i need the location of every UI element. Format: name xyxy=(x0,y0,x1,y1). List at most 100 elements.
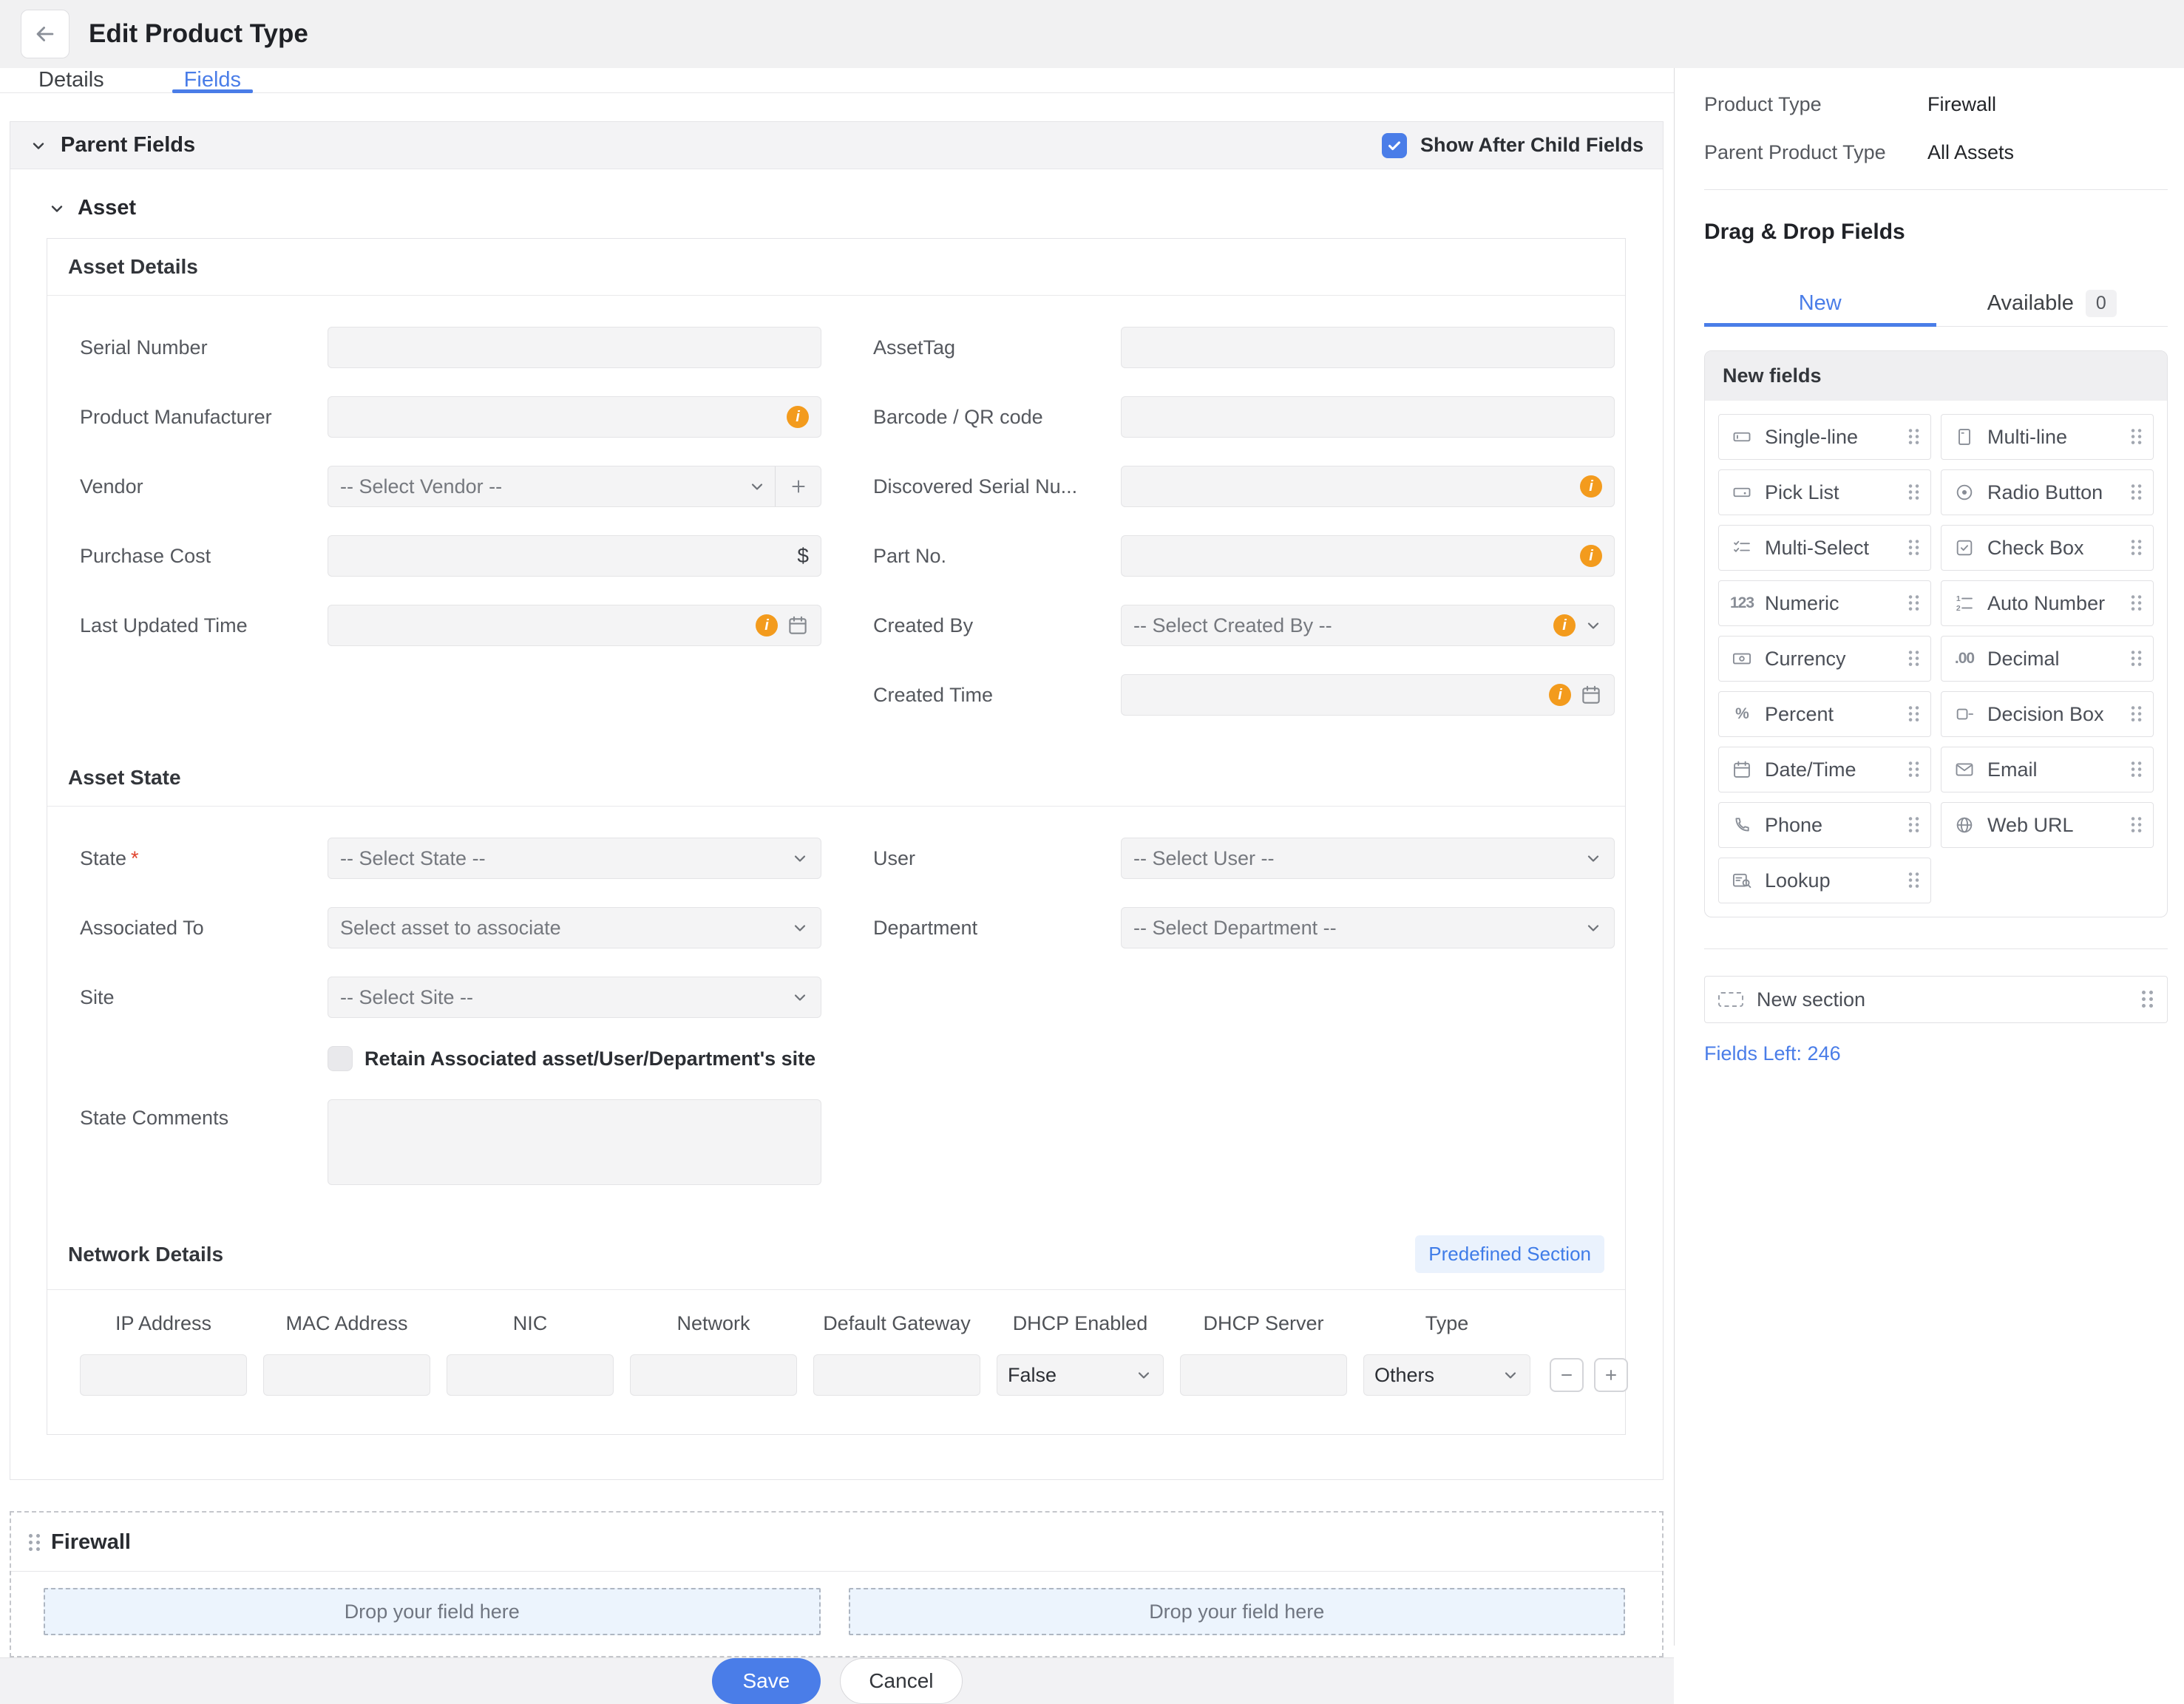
new-section-chip[interactable]: New section xyxy=(1704,976,2168,1023)
created-by-select[interactable]: -- Select Created By -- i xyxy=(1121,605,1615,646)
default-gateway-input[interactable] xyxy=(824,1355,969,1395)
calendar-icon[interactable] xyxy=(1580,684,1602,706)
associated-to-select[interactable]: Select asset to associate xyxy=(328,907,821,948)
cancel-button[interactable]: Cancel xyxy=(840,1658,962,1704)
add-vendor-button[interactable] xyxy=(775,466,821,506)
retain-site-checkbox[interactable] xyxy=(328,1046,353,1071)
info-icon[interactable]: i xyxy=(1553,614,1576,637)
last-updated-input[interactable] xyxy=(340,605,747,645)
field-type-multi-select[interactable]: Multi-Select xyxy=(1718,525,1931,571)
last-updated-label: Last Updated Time xyxy=(80,614,328,637)
field-type-numeric[interactable]: 123 Numeric xyxy=(1718,580,1931,626)
purchase-cost-input[interactable] xyxy=(340,536,788,576)
ip-address-input[interactable] xyxy=(91,1355,236,1395)
drag-handle-icon[interactable] xyxy=(1909,429,1919,445)
drag-handle-icon[interactable] xyxy=(1909,761,1919,778)
chevron-down-icon[interactable] xyxy=(48,200,66,217)
drag-handle-icon[interactable] xyxy=(1909,651,1919,667)
field-type-web-url[interactable]: Web URL xyxy=(1941,802,2154,848)
product-manufacturer-input[interactable] xyxy=(340,397,778,437)
barcode-label: Barcode / QR code xyxy=(821,406,1121,429)
drag-handle-icon[interactable] xyxy=(2132,761,2142,778)
vendor-select[interactable]: -- Select Vendor -- xyxy=(328,466,821,507)
drag-handle-icon[interactable] xyxy=(1909,817,1919,833)
drag-handle-icon[interactable] xyxy=(1909,595,1919,611)
add-network-row-button[interactable] xyxy=(1594,1358,1628,1392)
serial-number-label: Serial Number xyxy=(80,336,328,359)
dhcp-enabled-select[interactable]: False xyxy=(997,1354,1164,1396)
dhcp-server-input[interactable] xyxy=(1191,1355,1336,1395)
info-icon[interactable]: i xyxy=(756,614,778,637)
show-after-child-fields-checkbox[interactable] xyxy=(1382,133,1407,158)
drag-handle-icon[interactable] xyxy=(1909,706,1919,722)
drag-handle-icon[interactable] xyxy=(29,1534,41,1552)
field-type-pick-list[interactable]: Pick List xyxy=(1718,469,1931,515)
state-comments-field[interactable] xyxy=(328,1099,821,1185)
nic-input[interactable] xyxy=(458,1355,603,1395)
save-button[interactable]: Save xyxy=(712,1658,821,1704)
info-icon[interactable]: i xyxy=(787,406,809,428)
field-type-multi-line[interactable]: Multi-line xyxy=(1941,414,2154,460)
created-time-input[interactable] xyxy=(1133,675,1540,715)
tab-fields[interactable]: Fields xyxy=(180,68,245,92)
discovered-serial-input[interactable] xyxy=(1133,466,1571,506)
tab-available[interactable]: Available 0 xyxy=(1936,280,2168,326)
field-type-date-time[interactable]: Date/Time xyxy=(1718,747,1931,792)
drag-handle-icon[interactable] xyxy=(2132,817,2142,833)
type-select[interactable]: Others xyxy=(1363,1354,1530,1396)
field-type-percent[interactable]: % Percent xyxy=(1718,691,1931,737)
field-type-decision-box[interactable]: Decision Box xyxy=(1941,691,2154,737)
network-input[interactable] xyxy=(641,1355,786,1395)
radio-button-icon xyxy=(1953,482,1976,503)
drag-handle-icon[interactable] xyxy=(2142,991,2154,1008)
drag-handle-icon[interactable] xyxy=(2132,595,2142,611)
asset-details-title: Asset Details xyxy=(68,255,198,279)
required-asterisk: * xyxy=(131,847,139,869)
drag-handle-icon[interactable] xyxy=(2132,540,2142,556)
new-fields-panel: New fields Single-line Multi-line Pick L… xyxy=(1704,350,2168,917)
field-type-radio-button[interactable]: Radio Button xyxy=(1941,469,2154,515)
department-label: Department xyxy=(821,917,1121,940)
drag-handle-icon[interactable] xyxy=(2132,651,2142,667)
field-type-email[interactable]: Email xyxy=(1941,747,2154,792)
department-select[interactable]: -- Select Department -- xyxy=(1121,907,1615,948)
barcode-input[interactable] xyxy=(1133,397,1602,437)
info-icon[interactable]: i xyxy=(1580,475,1602,498)
field-type-check-box[interactable]: Check Box xyxy=(1941,525,2154,571)
serial-number-input[interactable] xyxy=(340,327,809,367)
info-icon[interactable]: i xyxy=(1549,684,1571,706)
field-type-phone[interactable]: Phone xyxy=(1718,802,1931,848)
user-select[interactable]: -- Select User -- xyxy=(1121,838,1615,879)
percent-icon: % xyxy=(1731,705,1753,723)
drop-zone[interactable]: Drop your field here xyxy=(849,1588,1626,1635)
ip-address-field xyxy=(80,1354,247,1396)
state-select[interactable]: -- Select State -- xyxy=(328,838,821,879)
info-icon[interactable]: i xyxy=(1580,545,1602,567)
drag-handle-icon[interactable] xyxy=(1909,540,1919,556)
drag-handle-icon[interactable] xyxy=(2132,484,2142,500)
field-type-lookup[interactable]: Lookup xyxy=(1718,858,1931,903)
tab-new[interactable]: New xyxy=(1704,280,1936,326)
field-type-currency[interactable]: Currency xyxy=(1718,636,1931,682)
mac-address-input[interactable] xyxy=(274,1355,419,1395)
last-updated-field: i xyxy=(328,605,821,646)
tab-details[interactable]: Details xyxy=(34,68,109,92)
vendor-select-value: -- Select Vendor -- xyxy=(340,475,739,498)
field-type-auto-number[interactable]: 12 Auto Number xyxy=(1941,580,2154,626)
chevron-down-icon[interactable] xyxy=(30,137,47,155)
calendar-icon[interactable] xyxy=(787,614,809,637)
drag-handle-icon[interactable] xyxy=(2132,706,2142,722)
field-type-single-line[interactable]: Single-line xyxy=(1718,414,1931,460)
asset-details-header: Asset Details xyxy=(47,239,1625,296)
field-type-decimal[interactable]: .00 Decimal xyxy=(1941,636,2154,682)
product-type-label: Product Type xyxy=(1704,93,1927,116)
site-select[interactable]: -- Select Site -- xyxy=(328,977,821,1018)
drop-zone[interactable]: Drop your field here xyxy=(44,1588,821,1635)
drag-handle-icon[interactable] xyxy=(2132,429,2142,445)
back-button[interactable] xyxy=(21,10,69,58)
remove-network-row-button[interactable] xyxy=(1550,1358,1584,1392)
part-no-input[interactable] xyxy=(1133,536,1571,576)
asset-tag-input[interactable] xyxy=(1133,327,1602,367)
drag-handle-icon[interactable] xyxy=(1909,484,1919,500)
drag-handle-icon[interactable] xyxy=(1909,872,1919,889)
